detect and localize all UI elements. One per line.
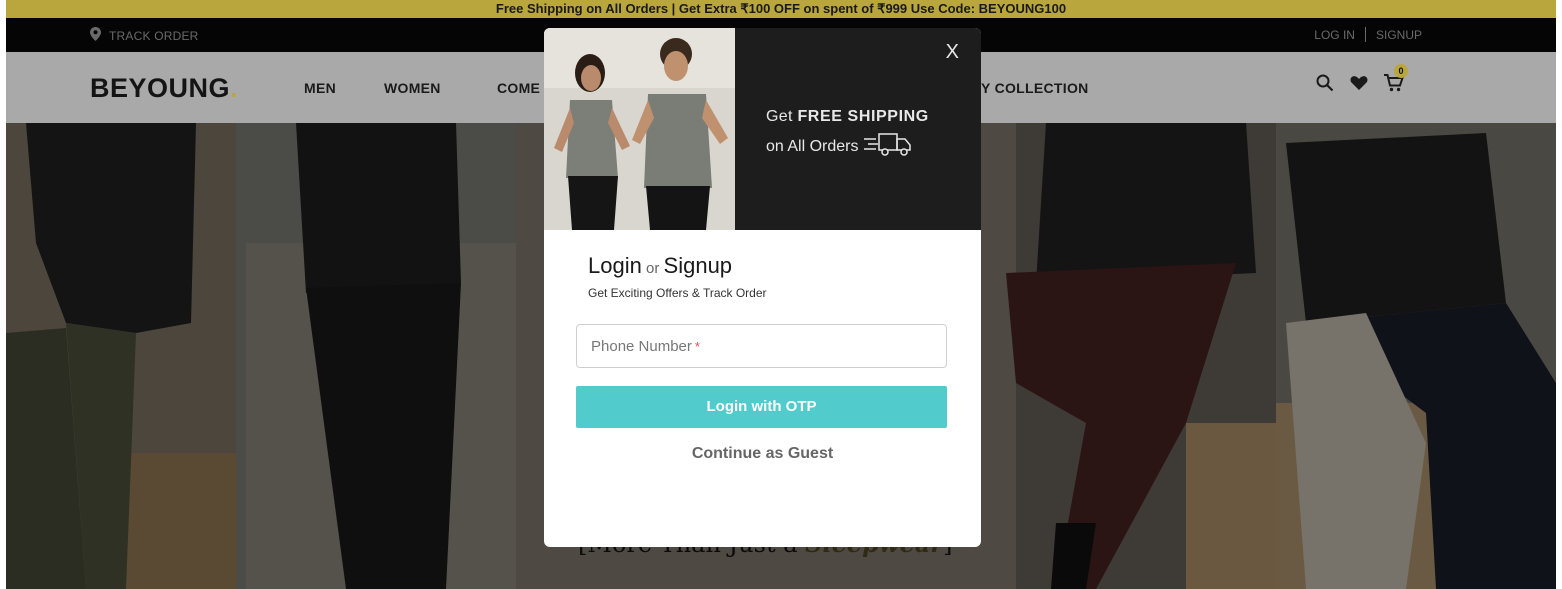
banner-line-1-prefix: Get xyxy=(766,108,798,125)
track-order-link[interactable]: TRACK ORDER xyxy=(90,27,199,44)
delivery-truck-icon xyxy=(864,131,912,162)
signup-link[interactable]: SIGNUP xyxy=(1376,28,1422,42)
logo-dot: . xyxy=(230,73,239,103)
modal-banner: X Get FREE SHIPPING on All Orders xyxy=(544,28,981,230)
promo-strip: Free Shipping on All Orders | Get Extra … xyxy=(6,0,1556,18)
map-pin-icon xyxy=(90,27,101,44)
banner-line-2: on All Orders xyxy=(766,131,912,162)
login-title-signup: Signup xyxy=(663,253,733,278)
close-button[interactable]: X xyxy=(946,41,959,64)
banner-line-1: Get FREE SHIPPING xyxy=(766,108,929,126)
nav-item-men[interactable]: MEN xyxy=(304,80,336,96)
promo-text: Free Shipping on All Orders | Get Extra … xyxy=(495,1,1067,16)
banner-photo xyxy=(544,28,735,230)
required-mark: * xyxy=(694,338,700,354)
brand-logo[interactable]: BEYOUNG. xyxy=(90,73,238,104)
login-title-login: Login xyxy=(588,253,642,278)
login-link[interactable]: LOG IN xyxy=(1314,28,1355,42)
cart-button[interactable]: 0 xyxy=(1384,64,1408,97)
login-title: Login or Signup xyxy=(588,253,732,279)
banner-line-1-bold: FREE SHIPPING xyxy=(797,108,929,125)
logo-text: BEYOUNG xyxy=(90,73,231,103)
auth-divider xyxy=(1364,27,1366,42)
page: Free Shipping on All Orders | Get Extra … xyxy=(6,0,1556,589)
nav-icons: 0 xyxy=(1316,64,1408,97)
auth-links: LOG IN SIGNUP xyxy=(1314,27,1422,42)
login-modal: X Get FREE SHIPPING on All Orders Login … xyxy=(544,28,981,547)
heart-icon[interactable] xyxy=(1350,75,1368,96)
phone-placeholder: Phone Number xyxy=(591,337,692,355)
nav-item-collection[interactable]: Y COLLECTION xyxy=(981,80,1089,96)
login-subtitle: Get Exciting Offers & Track Order xyxy=(588,286,767,300)
search-icon[interactable] xyxy=(1316,74,1334,97)
phone-number-input[interactable]: Phone Number * xyxy=(576,324,947,368)
nav-item-women[interactable]: WOMEN xyxy=(384,80,441,96)
continue-as-guest-link[interactable]: Continue as Guest xyxy=(544,445,981,463)
login-with-otp-button[interactable]: Login with OTP xyxy=(576,386,947,428)
cart-count-badge: 0 xyxy=(1394,64,1408,78)
login-title-or: or xyxy=(641,260,664,277)
track-order-label: TRACK ORDER xyxy=(109,28,199,43)
banner-line-2-text: on All Orders xyxy=(766,137,859,155)
nav-item-combos[interactable]: COME xyxy=(497,80,540,96)
